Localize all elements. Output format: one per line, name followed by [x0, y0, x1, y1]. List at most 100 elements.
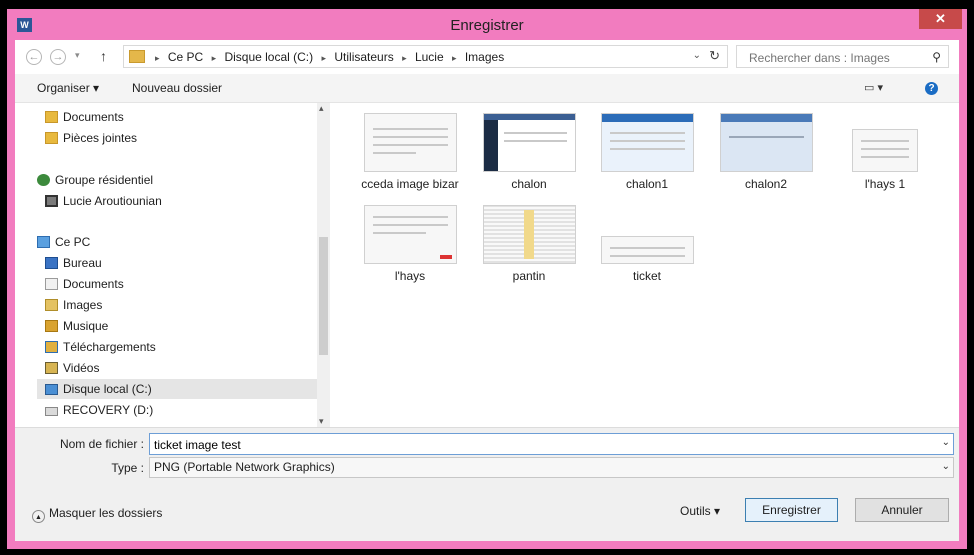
- file-item[interactable]: chalon1: [592, 113, 702, 191]
- sidebar-item-documents[interactable]: Documents: [45, 107, 330, 127]
- breadcrumb: ▸ Ce PC ▸ Disque local (C:) ▸ Utilisateu…: [150, 50, 504, 64]
- filetype-value: PNG (Portable Network Graphics): [154, 460, 335, 474]
- organize-button[interactable]: Organiser ▾: [37, 81, 99, 95]
- filetype-select[interactable]: PNG (Portable Network Graphics) ⌄: [149, 457, 954, 478]
- sidebar-item-label: Disque local (C:): [63, 382, 152, 396]
- save-button[interactable]: Enregistrer: [745, 498, 838, 522]
- file-thumbnail: [852, 129, 918, 172]
- sidebar-item-label: Documents: [63, 277, 124, 291]
- file-thumbnail: [482, 113, 576, 172]
- breadcrumb-item[interactable]: Disque local (C:): [224, 50, 313, 64]
- music-icon: [45, 320, 58, 332]
- file-name: pantin: [512, 269, 546, 283]
- filename-field: ⌄: [149, 433, 954, 456]
- file-item[interactable]: ticket: [592, 205, 702, 283]
- toolbar: Organiser ▾ Nouveau dossier ▭ ▾ ?: [15, 74, 959, 103]
- scroll-up-icon[interactable]: ▴: [319, 103, 324, 114]
- breadcrumb-item[interactable]: Lucie: [415, 50, 444, 64]
- view-options-icon[interactable]: ▭ ▾: [864, 81, 886, 94]
- breadcrumb-separator-icon: ▸: [402, 53, 407, 63]
- save-dialog: W Enregistrer ✕ ← → ▾ ↑ ▸ Ce PC ▸ Disque…: [7, 9, 967, 549]
- chevron-down-icon[interactable]: ⌄: [942, 437, 950, 448]
- sidebar-item-label: Documents: [63, 110, 124, 124]
- sidebar-item-homegroup[interactable]: Groupe résidentiel: [37, 170, 330, 190]
- sidebar-item-recovery[interactable]: RECOVERY (D:): [45, 400, 330, 420]
- help-icon[interactable]: ?: [925, 82, 938, 95]
- hide-folders-label: Masquer les dossiers: [49, 506, 163, 520]
- new-folder-button[interactable]: Nouveau dossier: [132, 81, 222, 95]
- chevron-down-icon[interactable]: ⌄: [693, 50, 701, 61]
- file-thumbnail: [719, 113, 813, 172]
- sidebar-item-user[interactable]: Lucie Aroutiounian: [45, 191, 330, 211]
- file-thumbnail: [363, 205, 457, 264]
- scroll-down-icon[interactable]: ▾: [319, 416, 324, 427]
- drive-icon: [45, 384, 58, 395]
- forward-button[interactable]: →: [50, 49, 66, 65]
- scroll-thumb[interactable]: [319, 237, 328, 355]
- sidebar-item-label: Bureau: [63, 256, 102, 270]
- search-icon[interactable]: ⚲: [932, 50, 941, 64]
- folder-icon: [45, 132, 58, 144]
- filename-input[interactable]: [150, 434, 936, 456]
- breadcrumb-item[interactable]: Utilisateurs: [334, 50, 393, 64]
- file-name: l'hays: [394, 269, 426, 283]
- navigation-pane: Documents Pièces jointes Groupe résident…: [15, 103, 330, 427]
- refresh-icon[interactable]: ↻: [709, 48, 720, 64]
- up-button[interactable]: ↑: [100, 48, 107, 64]
- sidebar-item-bureau[interactable]: Bureau: [45, 253, 330, 273]
- back-button[interactable]: ←: [26, 49, 42, 65]
- file-item[interactable]: pantin: [474, 205, 584, 283]
- documents-icon: [45, 278, 58, 290]
- disk-icon: [45, 407, 58, 416]
- search-input[interactable]: [737, 46, 931, 69]
- file-list: cceda image bizar chalon chalon1 chalon2…: [330, 103, 959, 427]
- images-icon: [45, 299, 58, 311]
- user-icon: [45, 195, 58, 207]
- cancel-button[interactable]: Annuler: [855, 498, 949, 522]
- sidebar-item-local-disk[interactable]: Disque local (C:): [37, 379, 317, 399]
- sidebar-item-documents-pc[interactable]: Documents: [45, 274, 330, 294]
- collapse-icon: ▲: [32, 510, 45, 523]
- sidebar-item-images[interactable]: Images: [45, 295, 330, 315]
- sidebar-item-label: Images: [63, 298, 103, 312]
- sidebar-item-label: Téléchargements: [63, 340, 156, 354]
- sidebar-item-label: Pièces jointes: [63, 131, 138, 145]
- dialog-title: Enregistrer: [450, 17, 524, 34]
- file-thumbnail: [482, 205, 576, 264]
- breadcrumb-separator-icon: ▸: [321, 53, 327, 63]
- sidebar-scrollbar[interactable]: ▴ ▾: [317, 103, 330, 427]
- file-name: chalon1: [625, 177, 669, 191]
- file-thumbnail: [363, 113, 457, 172]
- recent-locations-icon[interactable]: ▾: [75, 50, 80, 61]
- sidebar-item-videos[interactable]: Vidéos: [45, 358, 330, 378]
- sidebar-item-label: Vidéos: [63, 361, 100, 375]
- sidebar-item-musique[interactable]: Musique: [45, 316, 330, 336]
- breadcrumb-item[interactable]: Ce PC: [168, 50, 203, 64]
- sidebar-item-pieces-jointes[interactable]: Pièces jointes: [45, 128, 330, 148]
- file-item[interactable]: chalon2: [711, 113, 821, 191]
- filename-label: Nom de fichier :: [59, 437, 144, 451]
- sidebar-item-telechargements[interactable]: Téléchargements: [45, 337, 330, 357]
- address-bar[interactable]: ▸ Ce PC ▸ Disque local (C:) ▸ Utilisateu…: [123, 45, 728, 68]
- breadcrumb-separator-icon: ▸: [211, 53, 217, 63]
- sidebar-item-this-pc[interactable]: Ce PC: [37, 232, 330, 252]
- file-item[interactable]: l'hays: [355, 205, 465, 283]
- breadcrumb-separator-icon: ▸: [155, 53, 160, 63]
- file-item[interactable]: chalon: [474, 113, 584, 191]
- sidebar-item-label: Ce PC: [55, 235, 91, 249]
- file-name: ticket: [632, 269, 661, 283]
- file-name: chalon: [511, 177, 547, 191]
- file-name: l'hays 1: [864, 177, 906, 191]
- sidebar-item-label: Groupe résidentiel: [55, 173, 154, 187]
- folder-icon: [129, 50, 145, 63]
- hide-folders-button[interactable]: ▲ Masquer les dossiers: [32, 506, 162, 523]
- close-button[interactable]: ✕: [919, 9, 962, 29]
- breadcrumb-item[interactable]: Images: [465, 50, 504, 64]
- file-thumbnail: [600, 236, 694, 264]
- file-name: chalon2: [744, 177, 788, 191]
- chevron-down-icon: ⌄: [941, 461, 950, 472]
- file-item[interactable]: cceda image bizar: [355, 113, 465, 191]
- tools-menu-button[interactable]: Outils ▾: [680, 504, 720, 518]
- dialog-body: ← → ▾ ↑ ▸ Ce PC ▸ Disque local (C:) ▸ Ut…: [15, 40, 959, 541]
- file-item[interactable]: l'hays 1: [830, 113, 940, 191]
